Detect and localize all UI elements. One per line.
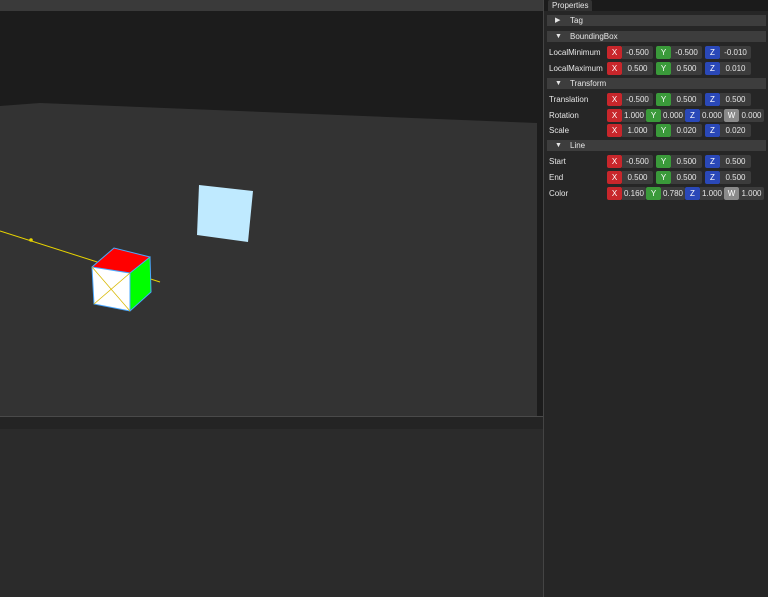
row-local-maximum: LocalMaximum X 0.500 Y 0.500 Z 0.010 [544, 62, 768, 75]
w-value-input[interactable]: 1.000 [739, 187, 764, 200]
w-axis-button[interactable]: W [724, 187, 739, 200]
y-value-input[interactable]: 0.000 [661, 109, 685, 122]
x-axis-button[interactable]: X [607, 46, 622, 59]
z-axis-button[interactable]: Z [705, 124, 720, 137]
row-start: Start X -0.500 Y 0.500 Z 0.500 [544, 155, 768, 168]
x-axis-button[interactable]: X [607, 171, 622, 184]
bottom-panel [0, 429, 543, 597]
panel-tabbar: Properties [544, 0, 768, 11]
row-end: End X 0.500 Y 0.500 Z 0.500 [544, 171, 768, 184]
z-axis-button[interactable]: Z [685, 109, 700, 122]
quad-mesh[interactable] [197, 185, 253, 242]
y-value-input[interactable]: 0.500 [671, 155, 702, 168]
scene-canvas[interactable] [0, 11, 543, 416]
z-axis-button[interactable]: Z [705, 171, 720, 184]
x-value-input[interactable]: 0.160 [622, 187, 646, 200]
y-value-input[interactable]: 0.500 [671, 62, 702, 75]
z-value-input[interactable]: -0.010 [720, 46, 751, 59]
row-local-minimum: LocalMinimum X -0.500 Y -0.500 Z -0.010 [544, 46, 768, 59]
y-axis-button[interactable]: Y [656, 46, 671, 59]
y-axis-button[interactable]: Y [656, 155, 671, 168]
expand-arrow-icon[interactable]: ▶ [555, 15, 560, 26]
collapse-arrow-icon[interactable]: ▼ [555, 78, 562, 89]
z-value-input[interactable]: 0.020 [720, 124, 751, 137]
y-axis-button[interactable]: Y [656, 93, 671, 106]
y-value-input[interactable]: 0.780 [661, 187, 685, 200]
w-value-input[interactable]: 0.000 [739, 109, 764, 122]
section-title: Line [570, 141, 586, 150]
field-label: LocalMaximum [549, 64, 603, 73]
y-axis-button[interactable]: Y [646, 187, 661, 200]
tab-properties[interactable]: Properties [548, 0, 593, 11]
bottom-panel-tabbar [0, 417, 543, 429]
x-value-input[interactable]: 1.000 [622, 109, 646, 122]
y-value-input[interactable]: 0.500 [671, 171, 702, 184]
section-title: Transform [570, 79, 607, 88]
x-value-input[interactable]: -0.500 [622, 155, 653, 168]
z-value-input[interactable]: 0.000 [700, 109, 724, 122]
field-label: Translation [549, 95, 589, 104]
y-value-input[interactable]: 0.500 [671, 93, 702, 106]
x-axis-button[interactable]: X [607, 187, 622, 200]
y-axis-button[interactable]: Y [656, 124, 671, 137]
z-value-input[interactable]: 0.500 [720, 155, 751, 168]
x-value-input[interactable]: -0.500 [622, 93, 653, 106]
x-value-input[interactable]: 0.500 [622, 171, 653, 184]
row-translation: Translation X -0.500 Y 0.500 Z 0.500 [544, 93, 768, 106]
z-value-input[interactable]: 0.500 [720, 171, 751, 184]
x-axis-button[interactable]: X [607, 124, 622, 137]
section-line[interactable]: ▼ Line [547, 140, 766, 151]
y-axis-button[interactable]: Y [656, 171, 671, 184]
field-label: Start [549, 157, 566, 166]
row-color: Color X 0.160 Y 0.780 Z 1.000 W 1.000 [544, 187, 768, 200]
row-rotation: Rotation X 1.000 Y 0.000 Z 0.000 W 0.000 [544, 109, 768, 122]
section-bounding-box[interactable]: ▼ BoundingBox [547, 31, 766, 42]
x-axis-button[interactable]: X [607, 155, 622, 168]
field-label: End [549, 173, 564, 182]
section-tag[interactable]: ▶ Tag [547, 15, 766, 26]
z-value-input[interactable]: 0.500 [720, 93, 751, 106]
ground-plane [0, 103, 537, 416]
z-value-input[interactable]: 0.010 [720, 62, 751, 75]
line-gizmo-point[interactable] [29, 238, 33, 242]
z-axis-button[interactable]: Z [705, 93, 720, 106]
z-axis-button[interactable]: Z [705, 46, 720, 59]
z-axis-button[interactable]: Z [705, 62, 720, 75]
field-label: Color [549, 189, 569, 198]
section-transform[interactable]: ▼ Transform [547, 78, 766, 89]
section-title: Tag [570, 16, 583, 25]
field-label: Scale [549, 126, 570, 135]
y-axis-button[interactable]: Y [646, 109, 661, 122]
viewport-toolbar [0, 0, 543, 11]
x-axis-button[interactable]: X [607, 62, 622, 75]
y-value-input[interactable]: 0.020 [671, 124, 702, 137]
field-label: Rotation [549, 111, 579, 120]
x-axis-button[interactable]: X [607, 93, 622, 106]
section-title: BoundingBox [570, 32, 618, 41]
y-axis-button[interactable]: Y [656, 62, 671, 75]
row-scale: Scale X 1.000 Y 0.020 Z 0.020 [544, 124, 768, 137]
scene-viewport[interactable] [0, 11, 543, 416]
collapse-arrow-icon[interactable]: ▼ [555, 140, 562, 151]
w-axis-button[interactable]: W [724, 109, 739, 122]
x-value-input[interactable]: 1.000 [622, 124, 653, 137]
z-axis-button[interactable]: Z [705, 155, 720, 168]
field-label: LocalMinimum [549, 48, 601, 57]
x-value-input[interactable]: -0.500 [622, 46, 653, 59]
z-value-input[interactable]: 1.000 [700, 187, 724, 200]
z-axis-button[interactable]: Z [685, 187, 700, 200]
collapse-arrow-icon[interactable]: ▼ [555, 31, 562, 42]
y-value-input[interactable]: -0.500 [671, 46, 702, 59]
x-axis-button[interactable]: X [607, 109, 622, 122]
x-value-input[interactable]: 0.500 [622, 62, 653, 75]
properties-panel: Properties ▶ Tag ▼ BoundingBox LocalMini… [544, 0, 768, 597]
